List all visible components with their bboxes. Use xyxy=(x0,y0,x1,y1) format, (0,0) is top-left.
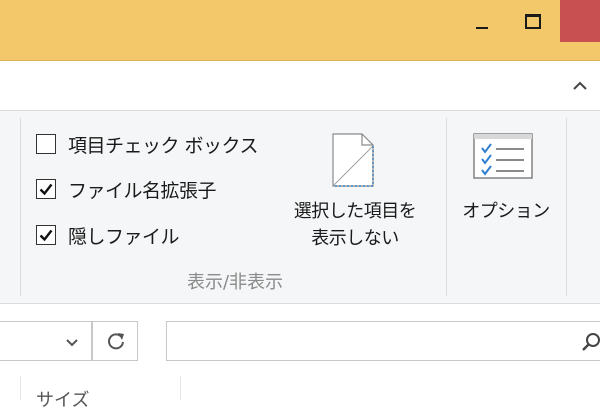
search-input[interactable] xyxy=(166,321,600,361)
file-extensions-checkbox[interactable] xyxy=(36,179,56,199)
options-label: オプション xyxy=(462,201,550,222)
address-history-dropdown[interactable] xyxy=(60,330,84,354)
show-hide-group-label: 表示/非表示 xyxy=(186,272,284,293)
close-button[interactable] xyxy=(560,0,600,42)
collapse-ribbon-button[interactable] xyxy=(568,74,592,98)
group-divider xyxy=(20,118,21,296)
refresh-button[interactable] xyxy=(92,321,138,361)
hide-selected-label-line2: 表示しない xyxy=(311,228,399,249)
maximize-icon xyxy=(525,14,541,29)
maximize-button[interactable] xyxy=(508,0,554,46)
minimize-icon xyxy=(476,27,488,29)
column-divider[interactable] xyxy=(20,376,21,400)
options-button[interactable]: オプション xyxy=(454,124,558,234)
checkmark-icon xyxy=(39,229,53,242)
hide-document-icon xyxy=(332,133,374,187)
refresh-icon xyxy=(108,333,124,350)
search-icon[interactable] xyxy=(581,332,600,352)
group-divider xyxy=(566,118,567,296)
column-header-size[interactable]: サイズ xyxy=(36,386,89,412)
options-checklist-icon xyxy=(473,133,533,179)
checkbox-item-check-boxes[interactable]: 項目チェック ボックス xyxy=(36,131,258,157)
column-divider[interactable] xyxy=(180,376,181,400)
checkmark-icon xyxy=(39,183,53,196)
ribbon-tab-strip xyxy=(0,61,600,111)
checkbox-hidden-items[interactable]: 隠しファイル xyxy=(36,222,180,248)
hide-selected-label-line1: 選択した項目を xyxy=(293,201,417,222)
minimize-button[interactable] xyxy=(456,0,502,46)
hidden-items-checkbox[interactable] xyxy=(36,225,56,245)
checkbox-label: 項目チェック ボックス xyxy=(68,134,258,157)
item-check-boxes-checkbox[interactable] xyxy=(36,134,56,154)
checkbox-label: ファイル名拡張子 xyxy=(68,179,217,202)
checkbox-label: 隠しファイル xyxy=(68,225,180,248)
hide-selected-items-button[interactable]: 選択した項目を 表示しない xyxy=(272,124,438,262)
group-divider xyxy=(446,118,447,296)
chevron-up-icon xyxy=(573,81,587,90)
checkbox-file-extensions[interactable]: ファイル名拡張子 xyxy=(36,176,217,202)
chevron-down-icon xyxy=(66,339,78,347)
